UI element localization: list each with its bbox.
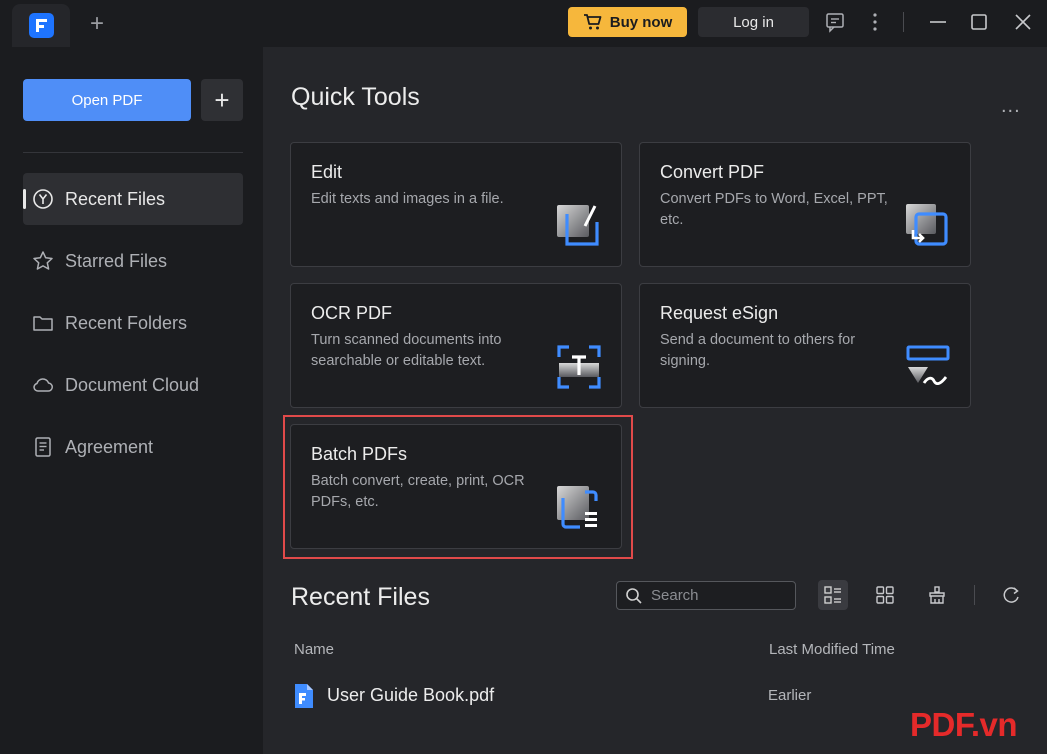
- app-window: + Buy now Log in Open PDF + Recent Files…: [0, 0, 1047, 754]
- broom-icon: [929, 586, 945, 604]
- watermark-logo: PDF.vn: [910, 706, 1018, 743]
- list-view-icon: [824, 586, 841, 604]
- tool-card-description: Convert PDFs to Word, Excel, PPT, etc.: [660, 191, 888, 228]
- sidebar-item-label: Document Cloud: [65, 374, 200, 395]
- sidebar-item-recent-files[interactable]: Recent Files: [23, 173, 243, 225]
- tool-card-ocr-pdf[interactable]: OCR PDF Turn scanned documents into sear…: [290, 283, 622, 408]
- tool-card-title: Request eSign: [660, 303, 779, 323]
- sidebar-item-recent-folders[interactable]: Recent Folders: [23, 297, 243, 349]
- convert-tool-icon: [906, 204, 948, 246]
- file-name: User Guide Book.pdf: [327, 685, 495, 705]
- maximize-icon[interactable]: [968, 11, 990, 33]
- feedback-icon[interactable]: [824, 11, 846, 33]
- sidebar-item-agreement[interactable]: Agreement: [23, 421, 243, 473]
- sidebar-item-starred-files[interactable]: Starred Files: [23, 235, 243, 287]
- search-input[interactable]: [651, 587, 781, 604]
- column-header-modified[interactable]: Last Modified Time: [769, 641, 895, 658]
- tool-card-description: Turn scanned documents into searchable o…: [311, 332, 502, 369]
- add-tab-icon[interactable]: +: [86, 12, 108, 36]
- sidebar-item-label: Recent Files: [65, 188, 166, 209]
- sidebar-item-label: Recent Folders: [65, 312, 188, 333]
- open-pdf-button[interactable]: Open PDF: [23, 79, 191, 121]
- column-header-name[interactable]: Name: [294, 641, 334, 658]
- star-icon: [33, 251, 53, 270]
- ocr-tool-icon: [557, 345, 601, 389]
- tool-card-request-esign[interactable]: Request eSign Send a document to others …: [639, 283, 971, 408]
- titlebar-divider: [903, 12, 904, 32]
- search-box[interactable]: [616, 581, 796, 610]
- folder-icon: [33, 316, 53, 331]
- close-icon[interactable]: [1012, 11, 1034, 33]
- buy-now-button[interactable]: Buy now: [568, 7, 687, 37]
- tool-card-description: Send a document to others for signing.: [660, 332, 856, 369]
- log-in-button[interactable]: Log in: [698, 7, 809, 37]
- buy-now-label: Buy now: [609, 13, 673, 31]
- grid-view-icon: [876, 586, 894, 604]
- clear-history-button[interactable]: [922, 580, 952, 610]
- tool-card-edit[interactable]: Edit Edit texts and images in a file.: [290, 142, 622, 267]
- tool-card-convert-pdf[interactable]: Convert PDF Convert PDFs to Word, Excel,…: [639, 142, 971, 267]
- sidebar-item-label: Agreement: [65, 436, 154, 457]
- sidebar-item-label: Starred Files: [65, 250, 168, 271]
- cloud-icon: [33, 378, 53, 392]
- tool-card-title: OCR PDF: [311, 303, 392, 323]
- title-bar: + Buy now Log in: [0, 0, 1047, 47]
- clock-icon: [33, 189, 53, 209]
- create-new-button[interactable]: +: [201, 79, 243, 121]
- app-logo: [29, 13, 54, 38]
- search-icon: [626, 587, 642, 604]
- more-vertical-icon[interactable]: [864, 11, 886, 33]
- grid-view-button[interactable]: [870, 580, 900, 610]
- recent-files-title: Recent Files: [291, 583, 430, 611]
- quick-tools-title: Quick Tools: [291, 83, 420, 111]
- toolbar-divider: [974, 585, 975, 605]
- tool-card-description: Edit texts and images in a file.: [311, 191, 504, 207]
- pdf-file-icon: [295, 684, 313, 708]
- file-modified-time: Earlier: [768, 687, 812, 704]
- edit-tool-icon: [557, 205, 599, 246]
- sidebar-item-document-cloud[interactable]: Document Cloud: [23, 359, 243, 411]
- refresh-icon: [1003, 587, 1019, 603]
- tool-card-title: Edit: [311, 162, 343, 182]
- tool-card-title: Convert PDF: [660, 162, 765, 182]
- list-view-button[interactable]: [818, 580, 848, 610]
- document-icon: [35, 437, 51, 457]
- refresh-button[interactable]: [996, 580, 1026, 610]
- more-horizontal-icon[interactable]: ...: [1001, 95, 1021, 118]
- esign-tool-icon: [906, 345, 950, 385]
- main-panel: Quick Tools ... Edit Edit texts and imag…: [263, 47, 1047, 754]
- sidebar: Open PDF + Recent Files Starred Files Re…: [0, 47, 263, 754]
- cart-icon: [583, 14, 602, 30]
- minimize-icon[interactable]: [927, 11, 949, 33]
- highlight-box: [283, 415, 633, 559]
- log-in-label: Log in: [733, 13, 774, 31]
- sidebar-divider: [23, 152, 243, 153]
